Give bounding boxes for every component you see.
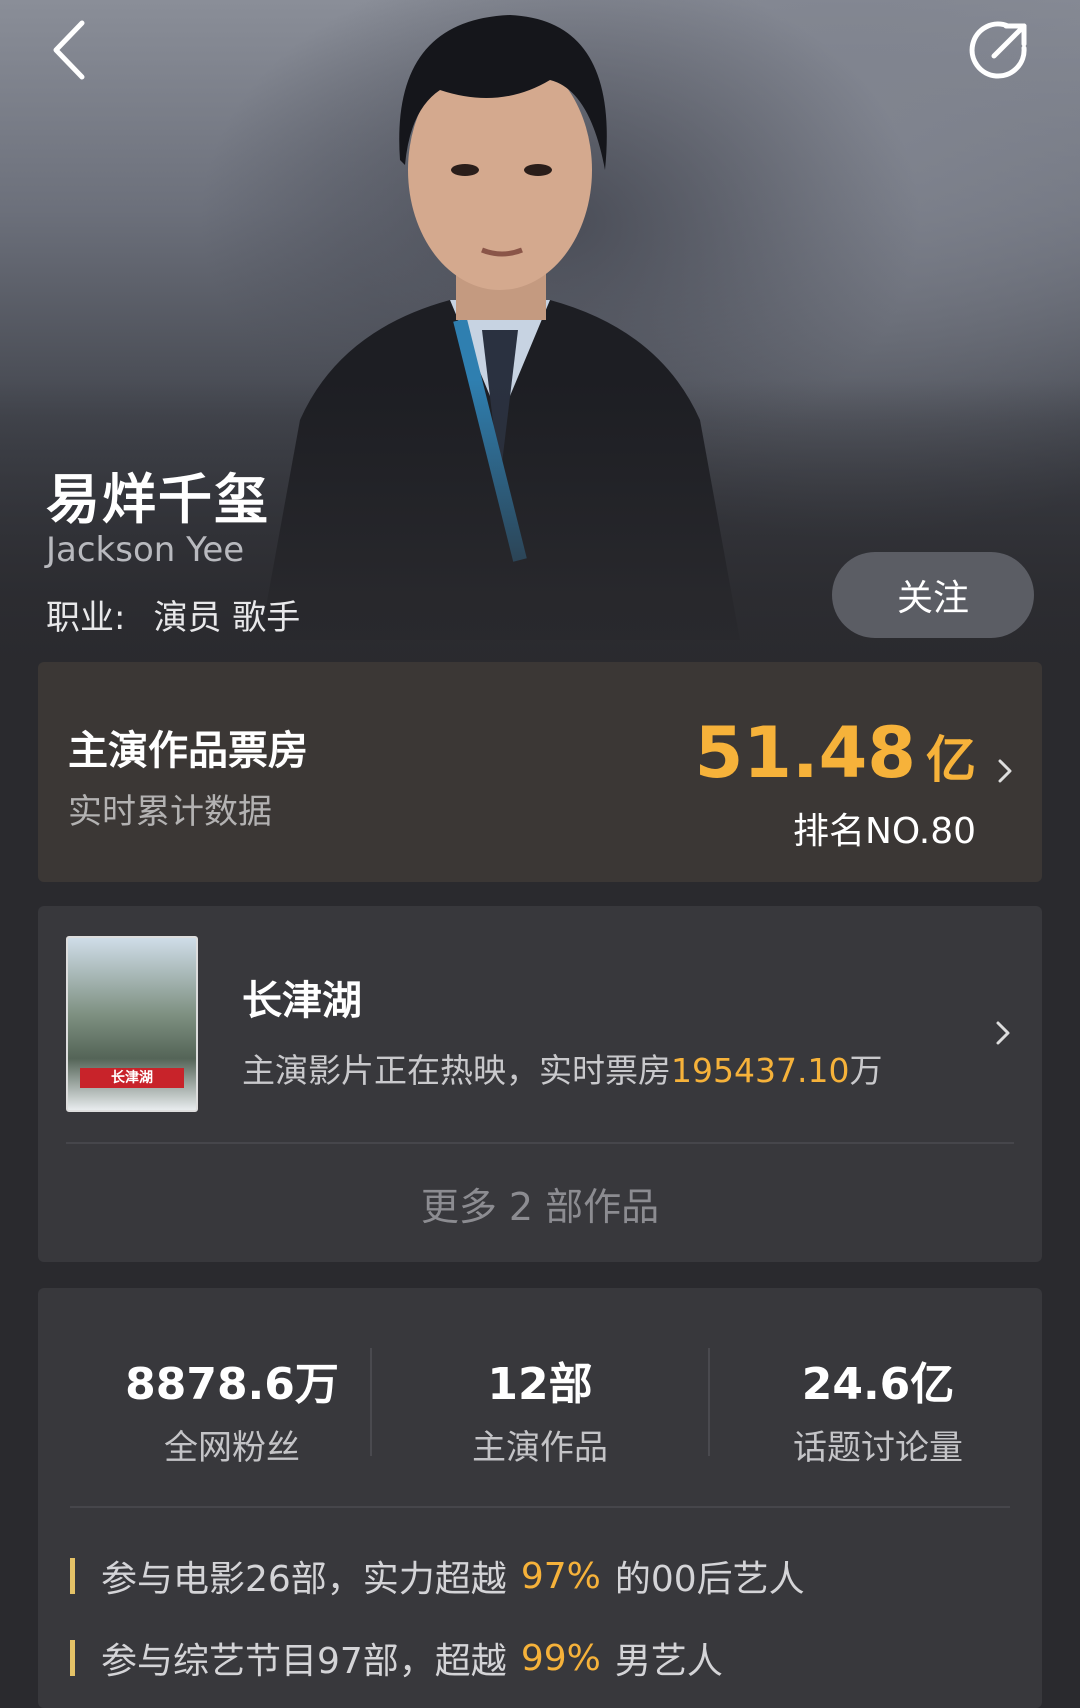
stat-fans: 8878.6万 全网粉丝 (82, 1348, 382, 1469)
chevron-right-icon (990, 756, 1020, 786)
chevron-right-icon[interactable] (988, 1018, 1018, 1048)
fact-suffix: 的00后艺人 (614, 1559, 805, 1600)
fact-suffix: 男艺人 (614, 1641, 723, 1682)
occupation-value: 演员 歌手 (153, 598, 301, 638)
box-office-number: 51.48 (694, 712, 916, 794)
stat-value: 24.6亿 (801, 1359, 955, 1410)
stats-card: 8878.6万 全网粉丝 12部 主演作品 24.6亿 话题讨论量 参与电影26… (38, 1288, 1042, 1708)
divider (66, 1142, 1014, 1144)
stat-label: 全网粉丝 (164, 1428, 300, 1468)
divider (370, 1348, 372, 1456)
fact-accent-bar (70, 1640, 75, 1676)
share-button[interactable] (960, 10, 1040, 90)
movie-card: 长津湖 长津湖 主演影片正在热映，实时票房195437.10万 更多 2 部作品 (38, 906, 1042, 1262)
stat-value: 12部 (487, 1359, 593, 1410)
movie-box-value: 195437.10 (671, 1051, 850, 1090)
poster-title: 长津湖 (80, 1068, 184, 1088)
fact-item: 参与电影26部，实力超越 97% 的00后艺人 (70, 1550, 805, 1602)
movie-poster[interactable]: 长津湖 (66, 936, 198, 1112)
box-office-rank: 排名NO.80 (792, 811, 976, 852)
box-office-card[interactable]: 主演作品票房 实时累计数据 51.48 亿 排名NO.80 (38, 662, 1042, 882)
box-office-value: 51.48 亿 (695, 712, 976, 794)
artist-name: 易烊千玺 (46, 468, 270, 531)
stat-label: 主演作品 (472, 1428, 608, 1468)
fact-prefix: 参与综艺节目97部，超越 (101, 1641, 507, 1682)
more-works-link[interactable]: 更多 2 部作品 (38, 1176, 1042, 1231)
fact-accent-bar (70, 1558, 75, 1594)
stat-label: 话题讨论量 (793, 1428, 963, 1468)
follow-button[interactable]: 关注 (832, 552, 1034, 638)
box-office-subtitle: 实时累计数据 (68, 792, 272, 832)
fact-prefix: 参与电影26部，实力超越 (101, 1559, 507, 1600)
occupation-label: 职业: (46, 598, 126, 638)
occupation: 职业: 演员 歌手 (46, 590, 300, 639)
movie-title[interactable]: 长津湖 (242, 968, 362, 1026)
divider (70, 1506, 1010, 1508)
movie-status: 主演影片正在热映，实时票房195437.10万 (242, 1044, 882, 1092)
movie-status-text: 主演影片正在热映，实时票房 (242, 1051, 671, 1090)
fact-item: 参与综艺节目97部，超越 99% 男艺人 (70, 1632, 723, 1684)
fact-percent: 99% (520, 1637, 601, 1679)
back-button[interactable] (30, 10, 110, 90)
share-icon (969, 21, 1027, 79)
divider (708, 1348, 710, 1456)
stat-value: 8878.6万 (125, 1359, 339, 1410)
artist-english-name: Jackson Yee (46, 530, 245, 570)
chevron-left-icon (53, 20, 85, 80)
box-office-unit: 亿 (926, 731, 976, 789)
movie-box-unit: 万 (849, 1051, 883, 1090)
box-office-title: 主演作品票房 (68, 728, 308, 774)
fact-percent: 97% (520, 1555, 601, 1597)
stat-discussion: 24.6亿 话题讨论量 (728, 1348, 1028, 1469)
stat-works: 12部 主演作品 (390, 1348, 690, 1469)
